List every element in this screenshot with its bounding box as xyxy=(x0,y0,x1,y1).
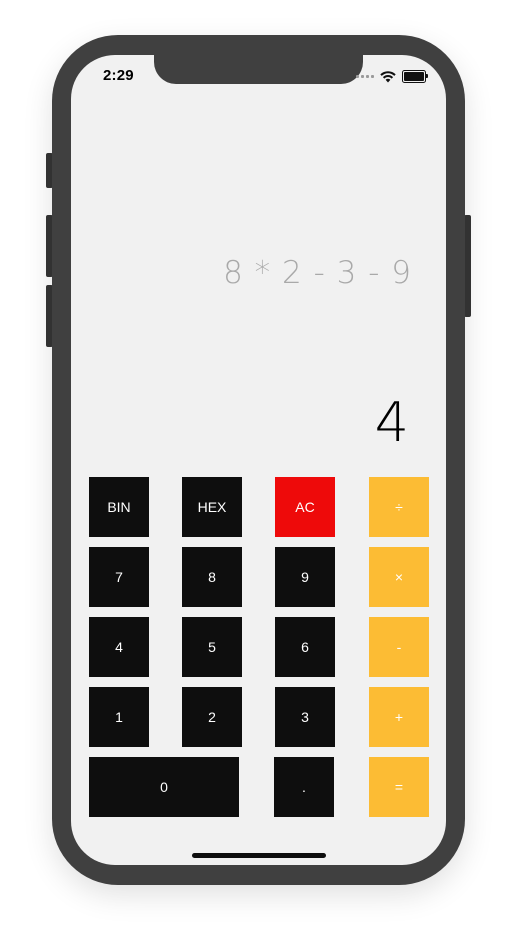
decimal-button[interactable]: . xyxy=(274,757,334,817)
home-indicator[interactable] xyxy=(192,853,326,858)
equals-button[interactable]: = xyxy=(369,757,429,817)
add-button[interactable]: + xyxy=(369,687,429,747)
all-clear-button[interactable]: AC xyxy=(275,477,335,537)
signal-dots-icon xyxy=(356,75,374,78)
digit-1-button[interactable]: 1 xyxy=(89,687,149,747)
digit-6-button[interactable]: 6 xyxy=(275,617,335,677)
digit-7-button[interactable]: 7 xyxy=(89,547,149,607)
divide-button[interactable]: ÷ xyxy=(369,477,429,537)
wifi-icon xyxy=(380,70,396,83)
expression-display: 8 * 2 - 3 - 9 xyxy=(223,255,412,291)
digit-2-button[interactable]: 2 xyxy=(182,687,242,747)
result-display: 4 xyxy=(374,391,409,454)
power-button xyxy=(464,215,471,317)
bin-button[interactable]: BIN xyxy=(89,477,149,537)
digit-9-button[interactable]: 9 xyxy=(275,547,335,607)
digit-4-button[interactable]: 4 xyxy=(89,617,149,677)
digit-5-button[interactable]: 5 xyxy=(182,617,242,677)
status-time: 2:29 xyxy=(103,67,134,84)
digit-0-button[interactable]: 0 xyxy=(89,757,239,817)
status-icons xyxy=(356,70,428,83)
hex-button[interactable]: HEX xyxy=(182,477,242,537)
device-mockup: 2:29 8 * 2 - 3 - 9 4 BIN HEX AC ÷ 7 8 9 … xyxy=(0,0,517,936)
notch xyxy=(154,55,363,84)
subtract-button[interactable]: - xyxy=(369,617,429,677)
multiply-button[interactable]: × xyxy=(369,547,429,607)
battery-icon xyxy=(402,70,428,83)
digit-8-button[interactable]: 8 xyxy=(182,547,242,607)
digit-3-button[interactable]: 3 xyxy=(275,687,335,747)
phone-screen: 2:29 8 * 2 - 3 - 9 4 BIN HEX AC ÷ 7 8 9 … xyxy=(71,55,446,865)
